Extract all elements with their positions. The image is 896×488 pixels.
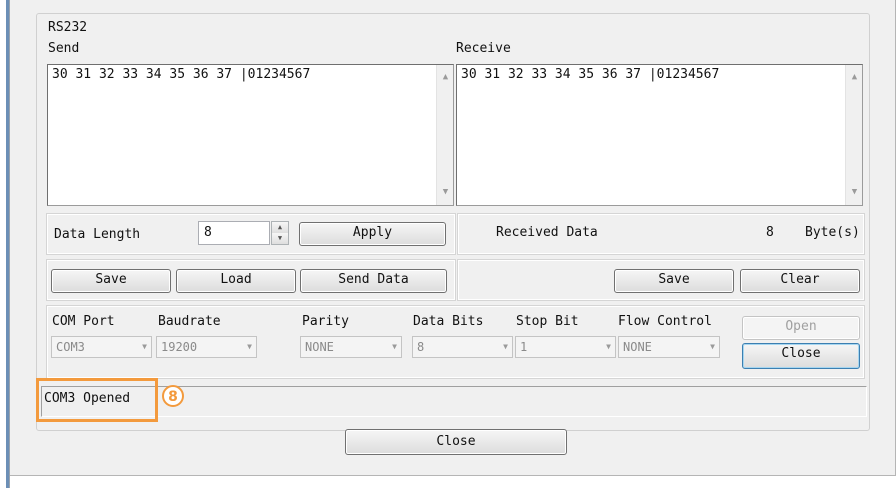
stop-bit-label: Stop Bit xyxy=(516,314,579,329)
receive-label: Receive xyxy=(456,41,511,56)
stop-bit-value: 1 xyxy=(520,340,528,354)
send-save-button[interactable]: Save xyxy=(51,269,171,293)
flow-control-label: Flow Control xyxy=(618,314,712,329)
spin-up-icon[interactable]: ▲ xyxy=(272,222,288,233)
scroll-down-icon[interactable]: ▼ xyxy=(846,184,863,201)
window-frame-accent xyxy=(6,0,9,488)
spin-down-icon[interactable]: ▼ xyxy=(272,233,288,244)
chevron-down-icon: ▼ xyxy=(247,342,252,351)
data-length-label: Data Length xyxy=(54,227,141,242)
chevron-down-icon: ▼ xyxy=(710,342,715,351)
parity-select[interactable]: NONE ▼ xyxy=(300,336,402,358)
data-bits-select[interactable]: 8 ▼ xyxy=(412,336,513,358)
send-text: 30 31 32 33 34 35 36 37 |01234567 xyxy=(52,67,311,82)
baudrate-value: 19200 xyxy=(161,340,198,354)
baudrate-select[interactable]: 19200 ▼ xyxy=(156,336,257,358)
chevron-down-icon: ▼ xyxy=(606,342,611,351)
data-bits-label: Data Bits xyxy=(413,314,484,329)
receive-save-button[interactable]: Save xyxy=(614,269,734,293)
received-count: 8 xyxy=(766,225,774,240)
com-port-label: COM Port xyxy=(52,314,115,329)
receive-scrollbar[interactable]: ▲ ▼ xyxy=(845,65,862,205)
receive-textarea[interactable]: 30 31 32 33 34 35 36 37 |01234567 ▲ ▼ xyxy=(456,64,863,206)
status-highlight-box xyxy=(36,378,158,422)
step-number-badge: 8 xyxy=(162,385,184,407)
received-data-label: Received Data xyxy=(496,225,598,240)
stop-bit-select[interactable]: 1 ▼ xyxy=(515,336,616,358)
flow-control-value: NONE xyxy=(623,340,652,354)
close-button[interactable]: Close xyxy=(345,429,567,455)
scroll-up-icon[interactable]: ▲ xyxy=(846,69,863,86)
scroll-up-icon[interactable]: ▲ xyxy=(437,69,454,86)
load-button[interactable]: Load xyxy=(176,269,296,293)
send-textarea[interactable]: 30 31 32 33 34 35 36 37 |01234567 ▲ ▼ xyxy=(47,64,454,206)
send-label: Send xyxy=(48,41,80,56)
com-port-select[interactable]: COM3 ▼ xyxy=(51,336,152,358)
parity-label: Parity xyxy=(302,314,349,329)
clear-button[interactable]: Clear xyxy=(740,269,860,293)
open-button[interactable]: Open xyxy=(742,316,860,340)
data-bits-value: 8 xyxy=(417,340,425,354)
parity-value: NONE xyxy=(305,340,334,354)
chevron-down-icon: ▼ xyxy=(503,342,508,351)
received-unit: Byte(s) xyxy=(805,225,860,240)
data-length-input[interactable]: 8 xyxy=(198,221,270,245)
scroll-down-icon[interactable]: ▼ xyxy=(437,184,454,201)
send-data-button[interactable]: Send Data xyxy=(300,269,447,293)
chevron-down-icon: ▼ xyxy=(142,342,147,351)
apply-button[interactable]: Apply xyxy=(299,222,446,246)
com-port-value: COM3 xyxy=(56,340,85,354)
data-length-spinner[interactable]: ▲ ▼ xyxy=(271,221,289,245)
receive-text: 30 31 32 33 34 35 36 37 |01234567 xyxy=(461,67,720,82)
baudrate-label: Baudrate xyxy=(158,314,221,329)
port-close-button[interactable]: Close xyxy=(742,343,860,369)
flow-control-select[interactable]: NONE ▼ xyxy=(618,336,720,358)
send-scrollbar[interactable]: ▲ ▼ xyxy=(436,65,453,205)
rs232-group-title: RS232 xyxy=(46,20,90,35)
chevron-down-icon: ▼ xyxy=(392,342,397,351)
